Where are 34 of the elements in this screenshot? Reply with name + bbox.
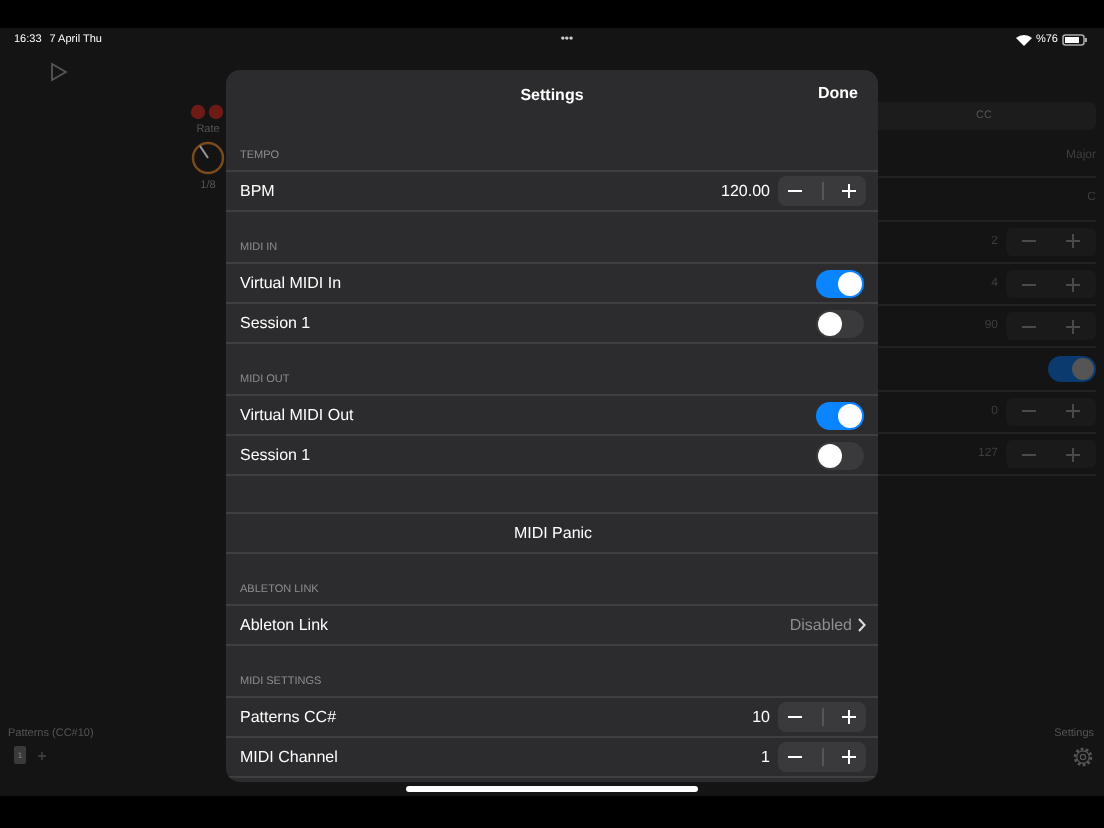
done-button[interactable]: Done <box>818 84 858 102</box>
row-value: 1 <box>761 748 770 766</box>
battery-icon <box>1061 33 1088 45</box>
minus-icon[interactable] <box>787 184 802 198</box>
row-label: MIDI Channel <box>240 748 338 766</box>
knob-icon[interactable] <box>190 140 226 176</box>
toggle-switch[interactable] <box>816 441 864 469</box>
play-icon[interactable] <box>50 62 68 82</box>
row-label: BPM <box>240 182 275 200</box>
wifi-icon <box>1015 33 1032 45</box>
row-value: 10 <box>752 708 770 726</box>
row-label: Session 1 <box>240 314 311 332</box>
sheet-title: Settings <box>520 86 584 104</box>
chevron-right-icon[interactable] <box>858 618 866 632</box>
row-label: Session 1 <box>240 446 311 464</box>
add-icon[interactable] <box>38 751 46 759</box>
row-value: Disabled <box>789 616 852 634</box>
row-label: Virtual MIDI Out <box>240 406 354 424</box>
settings-icon[interactable] <box>1072 746 1094 768</box>
minus-icon[interactable] <box>787 710 802 724</box>
toggle-switch[interactable] <box>816 269 864 297</box>
row-label: Patterns CC# <box>240 708 337 726</box>
stepper[interactable] <box>778 742 866 772</box>
midi-panic-button[interactable]: MIDI Panic <box>513 524 593 542</box>
row-value: 120.00 <box>721 182 770 200</box>
minus-icon[interactable] <box>787 750 802 764</box>
row-label: Ableton Link <box>240 616 329 634</box>
status-dots-icon <box>190 104 226 120</box>
stepper[interactable] <box>778 702 866 732</box>
row-label: Virtual MIDI In <box>240 274 342 292</box>
toggle-switch[interactable] <box>816 401 864 429</box>
toggle-switch[interactable] <box>1048 356 1096 383</box>
stepper[interactable] <box>778 176 866 206</box>
toggle-switch[interactable] <box>816 309 864 337</box>
